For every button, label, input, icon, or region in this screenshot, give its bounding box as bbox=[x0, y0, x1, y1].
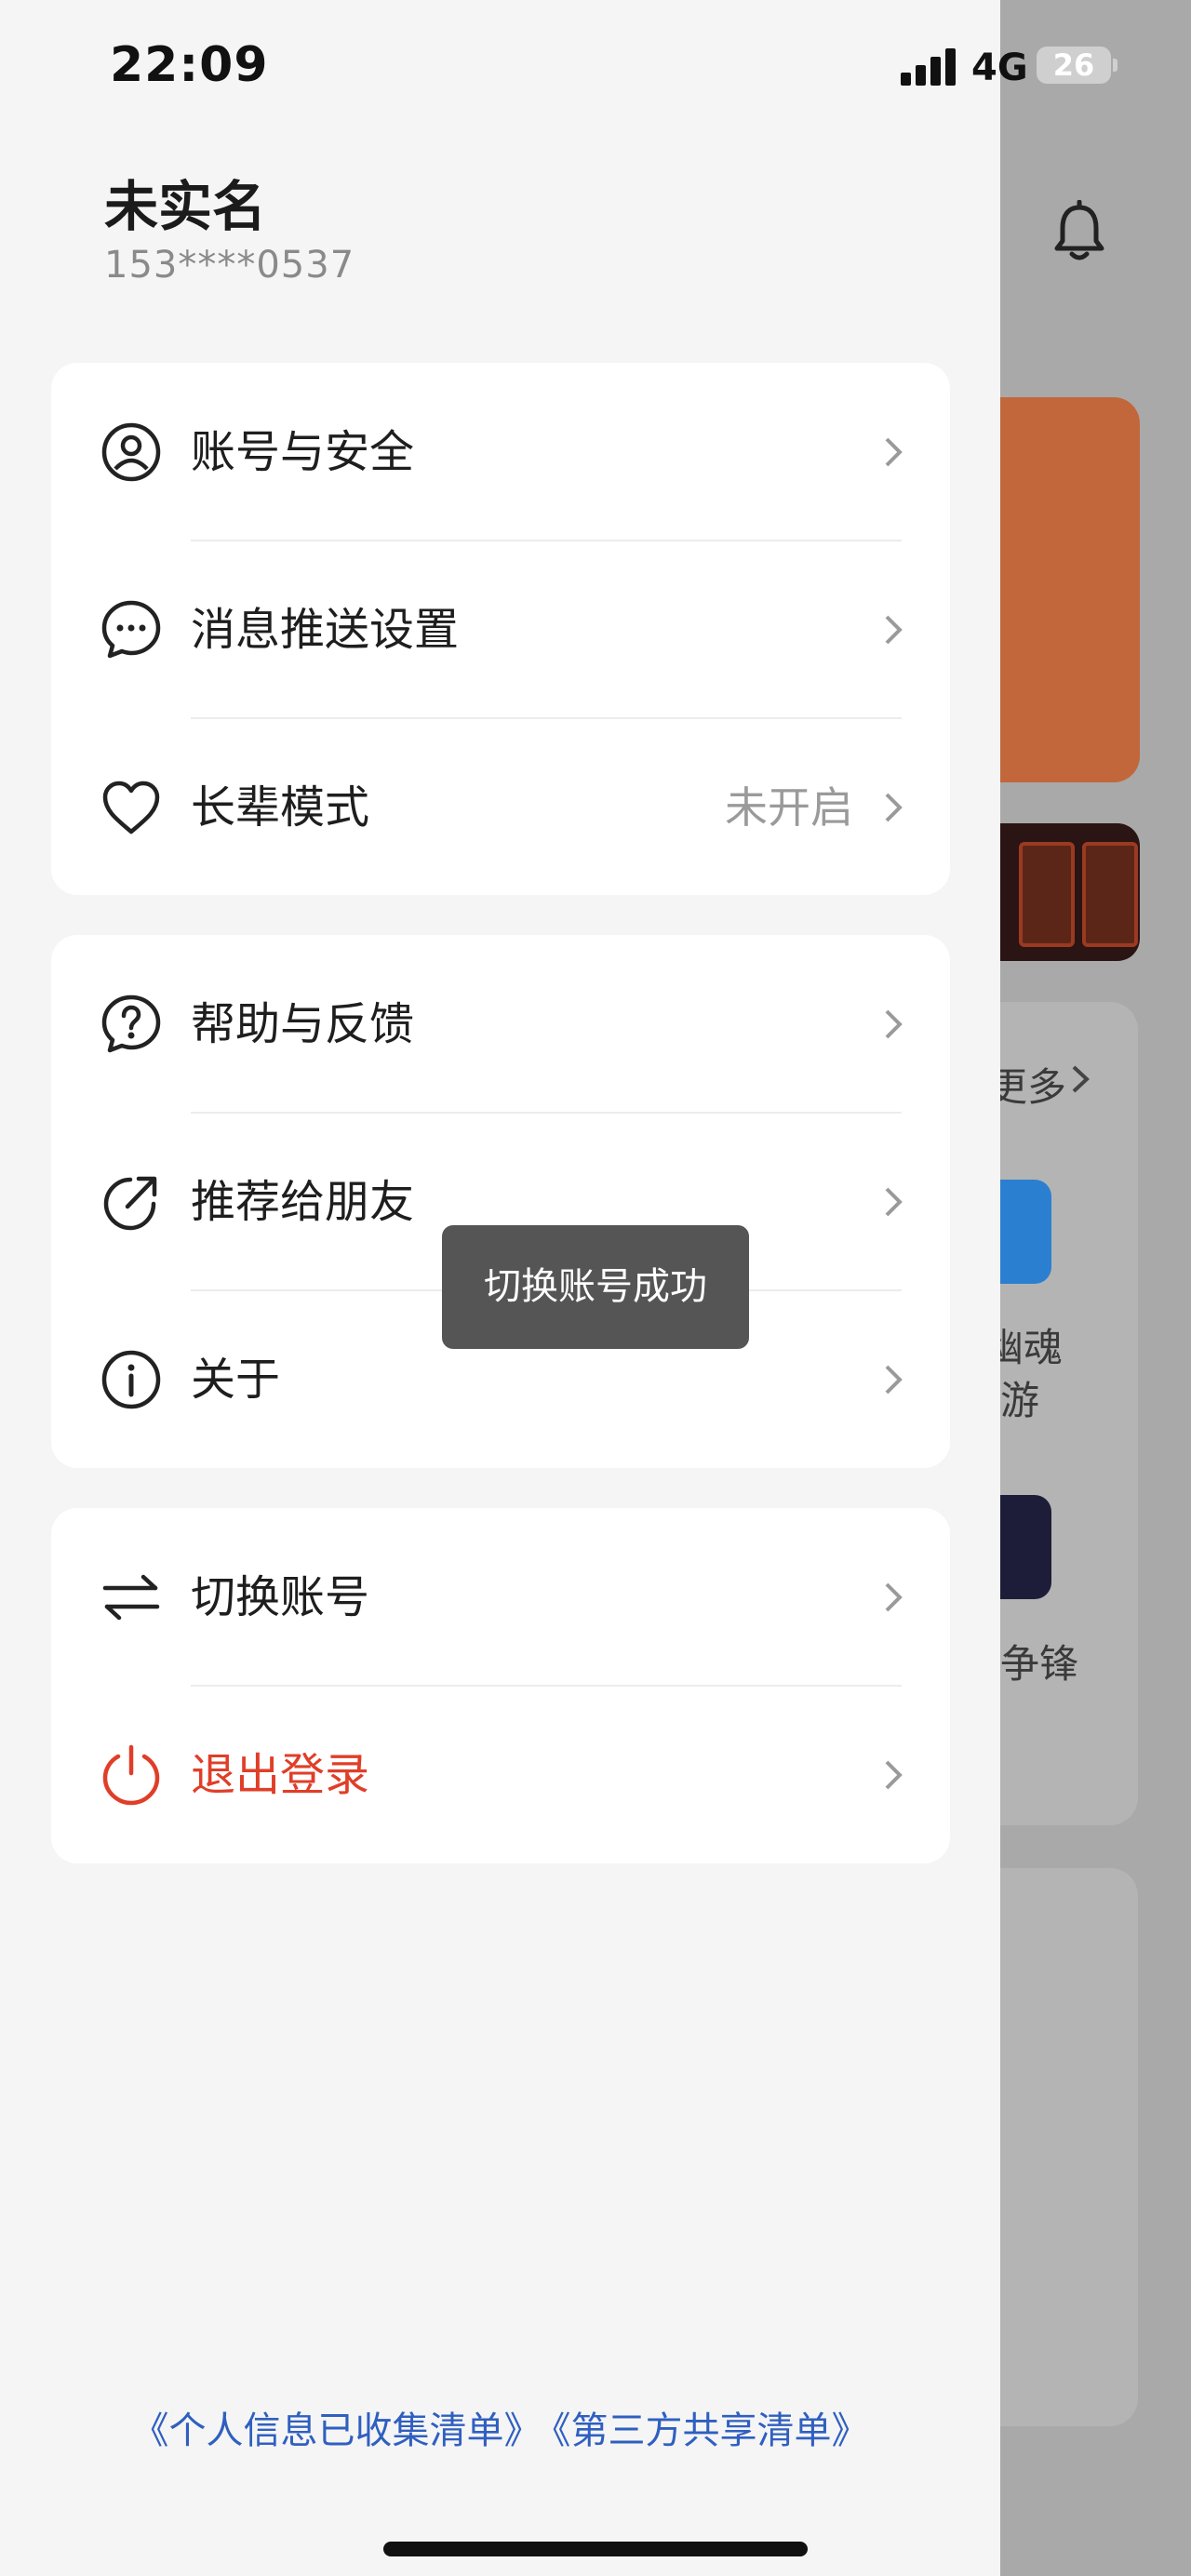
background-game-strip bbox=[1000, 823, 1140, 961]
battery-icon: 26 bbox=[1037, 47, 1117, 84]
settings-group-session: 切换账号 退出登录 bbox=[51, 1508, 950, 1863]
chevron-right-icon bbox=[885, 1365, 903, 1395]
heart-icon bbox=[102, 781, 160, 834]
menu-item-help-feedback[interactable]: 帮助与反馈 bbox=[51, 935, 950, 1114]
settings-group-support: 帮助与反馈 推荐给朋友 关于 bbox=[51, 935, 950, 1468]
background-banner bbox=[1000, 397, 1140, 782]
bell-icon bbox=[1054, 200, 1104, 260]
signal-icon bbox=[901, 45, 957, 86]
chevron-right-icon bbox=[885, 1009, 903, 1039]
menu-item-label: 长辈模式 bbox=[191, 781, 370, 834]
menu-item-elder-mode[interactable]: 长辈模式 未开启 bbox=[51, 718, 950, 897]
menu-item-label: 关于 bbox=[191, 1354, 281, 1406]
footer-links: 《个人信息已收集清单》 《第三方共享清单》 bbox=[0, 2400, 1000, 2454]
switch-arrows-icon bbox=[102, 1574, 160, 1621]
chevron-right-icon bbox=[885, 793, 903, 822]
chevron-right-icon bbox=[885, 1760, 903, 1790]
menu-item-label: 账号与安全 bbox=[191, 426, 415, 478]
background-card bbox=[1000, 1868, 1138, 2426]
info-icon bbox=[101, 1350, 161, 1409]
chevron-right-icon bbox=[885, 1187, 903, 1217]
menu-item-label: 退出登录 bbox=[191, 1749, 370, 1801]
home-indicator bbox=[383, 2542, 808, 2556]
network-type: 4G bbox=[971, 47, 1028, 89]
menu-item-label: 推荐给朋友 bbox=[191, 1176, 415, 1228]
menu-item-label: 切换账号 bbox=[191, 1571, 370, 1623]
status-time: 22:09 bbox=[110, 37, 269, 93]
menu-item-logout[interactable]: 退出登录 bbox=[51, 1686, 950, 1864]
menu-item-label: 消息推送设置 bbox=[191, 604, 460, 656]
menu-item-account-security[interactable]: 账号与安全 bbox=[51, 363, 950, 541]
third-party-sharing-link[interactable]: 《第三方共享清单》 bbox=[553, 2409, 869, 2452]
personal-info-list-link[interactable]: 《个人信息已收集清单》 bbox=[132, 2409, 542, 2452]
toast-message: 切换账号成功 bbox=[442, 1225, 749, 1349]
chevron-right-icon bbox=[1072, 1065, 1090, 1093]
help-circle-icon bbox=[101, 994, 161, 1053]
chevron-right-icon bbox=[885, 437, 903, 467]
chevron-right-icon bbox=[885, 615, 903, 645]
background-game-name-line2: 游 bbox=[1000, 1378, 1040, 1423]
chat-bubble-icon bbox=[101, 600, 161, 659]
chevron-right-icon bbox=[885, 1582, 903, 1612]
game-icon bbox=[1000, 1180, 1051, 1284]
settings-group-account: 账号与安全 消息推送设置 长辈模式 未开启 bbox=[51, 363, 950, 895]
elder-mode-status: 未开启 bbox=[725, 782, 853, 833]
power-icon bbox=[102, 1744, 160, 1806]
share-icon bbox=[103, 1176, 157, 1231]
menu-item-switch-account[interactable]: 切换账号 bbox=[51, 1508, 950, 1687]
menu-item-push-settings[interactable]: 消息推送设置 bbox=[51, 541, 950, 719]
background-game-name: 争锋 bbox=[1000, 1641, 1079, 1687]
user-circle-icon bbox=[101, 422, 161, 482]
user-phone: 153****0537 bbox=[104, 244, 355, 287]
user-name[interactable]: 未实名 bbox=[104, 163, 266, 241]
game-icon bbox=[1000, 1495, 1051, 1599]
menu-item-label: 帮助与反馈 bbox=[191, 998, 415, 1050]
